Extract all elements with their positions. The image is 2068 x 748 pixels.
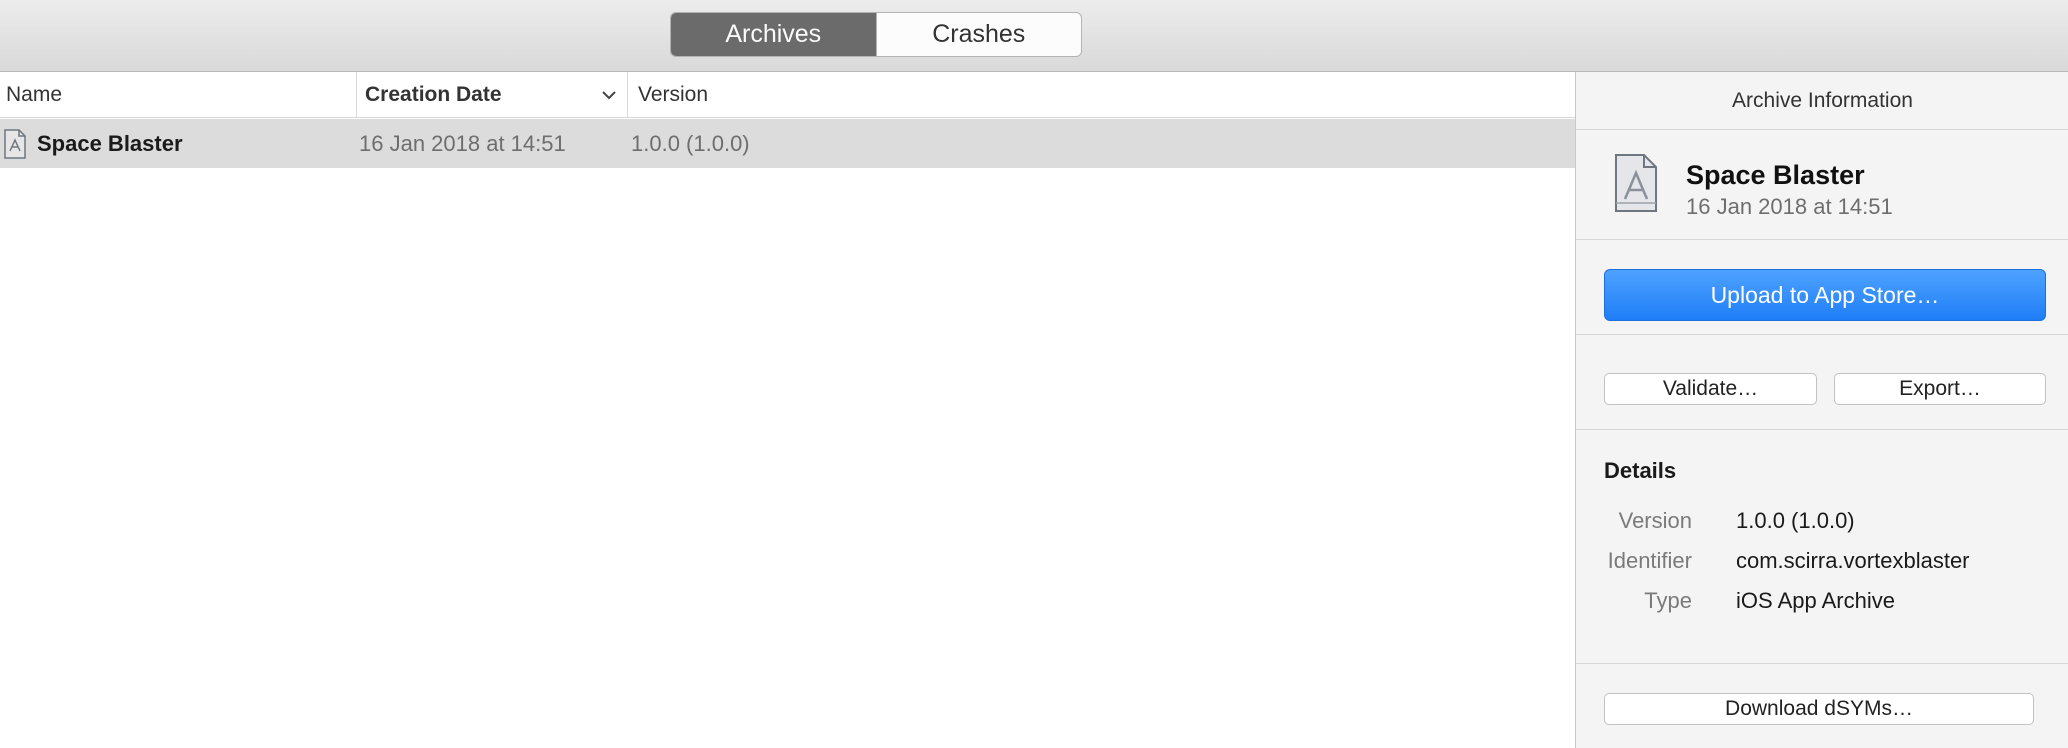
table-row[interactable]: Space Blaster 16 Jan 2018 at 14:51 1.0.0… — [0, 119, 1575, 168]
archive-summary: Space Blaster 16 Jan 2018 at 14:51 — [1576, 130, 2068, 240]
details-heading: Details — [1604, 458, 1677, 483]
app-archive-icon — [1615, 154, 1657, 212]
detail-identifier: Identifier com.scirra.vortexblaster — [1576, 548, 2068, 578]
detail-type: Type iOS App Archive — [1576, 588, 2068, 618]
table-header: Name Creation Date Version — [0, 72, 1575, 118]
panel-title: Archive Information — [1576, 72, 2068, 130]
row-creation-date: 16 Jan 2018 at 14:51 — [359, 130, 566, 156]
segmented-control: Archives Crashes — [670, 12, 1082, 57]
detail-value: iOS App Archive — [1736, 588, 1895, 613]
column-header-name[interactable]: Name — [6, 72, 354, 118]
upload-section: Upload to App Store… — [1576, 240, 2068, 335]
export-button[interactable]: Export… — [1834, 373, 2046, 405]
archive-information-panel: Archive Information Space Blaster 16 Jan… — [1575, 72, 2068, 748]
detail-version: Version 1.0.0 (1.0.0) — [1576, 508, 2068, 538]
archive-table: Name Creation Date Version Space Blaster… — [0, 72, 1575, 748]
detail-value: 1.0.0 (1.0.0) — [1736, 508, 1855, 533]
column-header-creation-date[interactable]: Creation Date — [356, 72, 626, 118]
row-version: 1.0.0 (1.0.0) — [631, 130, 750, 156]
app-archive-icon — [4, 119, 28, 168]
detail-value: com.scirra.vortexblaster — [1736, 548, 1970, 573]
actions-section: Validate… Export… — [1576, 335, 2068, 430]
archive-date: 16 Jan 2018 at 14:51 — [1686, 194, 1893, 219]
tab-archives[interactable]: Archives — [671, 13, 876, 56]
detail-key: Version — [1618, 508, 1692, 533]
archive-name: Space Blaster — [1686, 160, 1865, 190]
download-dsyms-button[interactable]: Download dSYMs… — [1604, 693, 2034, 725]
toolbar: Archives Crashes — [0, 0, 2068, 72]
tab-crashes[interactable]: Crashes — [875, 13, 1082, 56]
column-header-version[interactable]: Version — [627, 72, 927, 118]
row-name: Space Blaster — [37, 130, 183, 156]
detail-key: Identifier — [1607, 548, 1692, 573]
chevron-down-icon[interactable] — [600, 86, 618, 104]
details-section: Details Version 1.0.0 (1.0.0) Identifier… — [1576, 430, 2068, 664]
validate-button[interactable]: Validate… — [1604, 373, 1817, 405]
upload-to-app-store-button[interactable]: Upload to App Store… — [1604, 269, 2046, 321]
detail-key: Type — [1644, 588, 1692, 613]
